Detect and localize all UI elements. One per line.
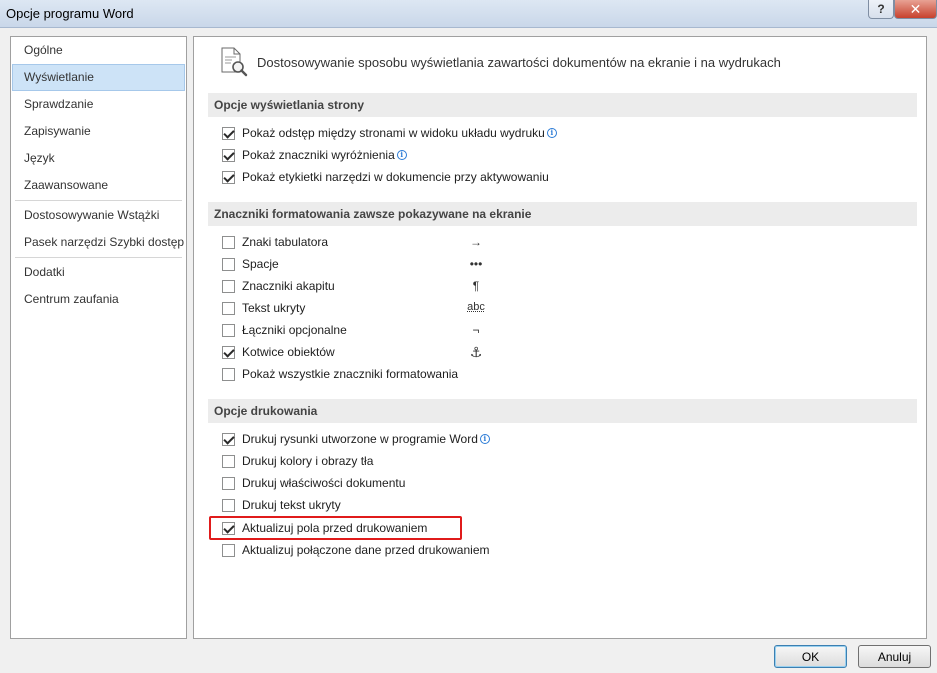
option-print-hidden-text[interactable]: Drukuj tekst ukryty — [222, 496, 341, 514]
checkbox[interactable] — [222, 170, 235, 184]
section-header-page-display: Opcje wyświetlania strony — [208, 93, 917, 117]
nav-item-dostosowywanie-wstazki[interactable]: Dostosowywanie Wstążki — [11, 202, 186, 229]
option-label: Drukuj kolory i obrazy tła — [242, 454, 374, 468]
option-show-all-formatting-marks[interactable]: Pokaż wszystkie znaczniki formatowania — [222, 365, 458, 383]
checkbox[interactable] — [222, 367, 235, 381]
option-tab-characters[interactable]: Znaki tabulatora — [222, 233, 328, 251]
nav-item-wyswietlanie[interactable]: Wyświetlanie — [12, 64, 185, 91]
paragraph-mark-symbol: ¶ — [472, 279, 480, 293]
checkbox[interactable] — [222, 432, 235, 446]
panel-header-text: Dostosowywanie sposobu wyświetlania zawa… — [257, 54, 781, 70]
option-label: Pokaż odstęp między stronami w widoku uk… — [242, 126, 545, 140]
option-label: Znaczniki akapitu — [242, 279, 335, 293]
option-paragraph-marks[interactable]: Znaczniki akapitu — [222, 277, 335, 295]
option-label: Kotwice obiektów — [242, 345, 335, 359]
close-icon: ✕ — [909, 0, 922, 17]
tab-mark-symbol: → — [470, 235, 482, 249]
option-print-background[interactable]: Drukuj kolory i obrazy tła — [222, 452, 373, 470]
nav-item-jezyk[interactable]: Język — [11, 145, 186, 172]
anchor-icon: ⚓ — [469, 344, 483, 360]
info-icon[interactable]: i — [546, 128, 557, 138]
option-hidden-text[interactable]: Tekst ukryty — [222, 299, 305, 317]
document-magnifier-icon — [221, 47, 248, 77]
nav-item-pasek-szybki-dostep[interactable]: Pasek narzędzi Szybki dostęp — [11, 229, 186, 256]
hyphen-mark-symbol: ¬ — [472, 323, 480, 337]
checkbox[interactable] — [222, 454, 235, 468]
option-label: Pokaż znaczniki wyróżnienia — [242, 148, 395, 162]
option-show-page-gaps[interactable]: Pokaż odstęp między stronami w widoku uk… — [222, 124, 557, 142]
option-label: Tekst ukryty — [242, 301, 306, 315]
help-icon: ? — [877, 2, 885, 16]
help-button[interactable]: ? — [868, 0, 894, 19]
option-show-highlighter-marks[interactable]: Pokaż znaczniki wyróżnienia i — [222, 146, 407, 164]
nav-item-dodatki[interactable]: Dodatki — [11, 259, 186, 286]
nav-sidebar: Ogólne Wyświetlanie Sprawdzanie Zapisywa… — [10, 36, 187, 639]
option-label: Drukuj właściwości dokumentu — [242, 476, 406, 490]
checkbox[interactable] — [222, 257, 235, 271]
panel-header: Dostosowywanie sposobu wyświetlania zawa… — [219, 45, 781, 79]
checkbox[interactable] — [222, 301, 235, 315]
option-label: Aktualizuj połączone dane przed drukowan… — [242, 543, 490, 557]
option-print-document-properties[interactable]: Drukuj właściwości dokumentu — [222, 474, 405, 492]
checkbox[interactable] — [222, 498, 235, 512]
checkbox[interactable] — [222, 543, 235, 557]
info-icon[interactable]: i — [396, 150, 407, 160]
checkbox[interactable] — [222, 279, 235, 293]
option-label: Pokaż etykietki narzędzi w dokumencie pr… — [242, 170, 549, 184]
title-bar: Opcje programu Word ? ✕ — [0, 0, 937, 28]
nav-item-sprawdzanie[interactable]: Sprawdzanie — [11, 91, 186, 118]
nav-item-zapisywanie[interactable]: Zapisywanie — [11, 118, 186, 145]
option-print-drawings[interactable]: Drukuj rysunki utworzone w programie Wor… — [222, 430, 490, 448]
nav-item-centrum-zaufania[interactable]: Centrum zaufania — [11, 286, 186, 313]
cancel-button[interactable]: Anuluj — [858, 645, 931, 668]
option-label: Aktualizuj pola przed drukowaniem — [242, 521, 428, 535]
option-label: Spacje — [242, 257, 279, 271]
option-object-anchors[interactable]: Kotwice obiektów — [222, 343, 335, 361]
option-label: Drukuj tekst ukryty — [242, 498, 341, 512]
option-label: Drukuj rysunki utworzone w programie Wor… — [242, 432, 478, 446]
option-label: Pokaż wszystkie znaczniki formatowania — [242, 367, 459, 381]
nav-divider — [15, 257, 182, 258]
space-mark-symbol: ••• — [469, 257, 483, 271]
checkbox[interactable] — [222, 148, 235, 162]
option-label: Łączniki opcjonalne — [242, 323, 347, 337]
section-header-formatting-marks: Znaczniki formatowania zawsze pokazywane… — [208, 202, 917, 226]
close-button[interactable]: ✕ — [894, 0, 937, 19]
hidden-text-mark-symbol: abc — [467, 301, 485, 313]
checkbox[interactable] — [222, 345, 235, 359]
content-panel: Dostosowywanie sposobu wyświetlania zawa… — [193, 36, 927, 639]
option-spaces[interactable]: Spacje — [222, 255, 279, 273]
checkbox[interactable] — [222, 126, 235, 140]
checkbox[interactable] — [222, 235, 235, 249]
checkbox[interactable] — [222, 521, 235, 535]
checkbox[interactable] — [222, 323, 235, 337]
nav-item-zaawansowane[interactable]: Zaawansowane — [11, 172, 186, 199]
section-header-printing-options: Opcje drukowania — [208, 399, 917, 423]
window-title: Opcje programu Word — [6, 6, 134, 21]
option-optional-hyphens[interactable]: Łączniki opcjonalne — [222, 321, 347, 339]
nav-divider — [15, 200, 182, 201]
option-update-linked-data[interactable]: Aktualizuj połączone dane przed drukowan… — [222, 541, 489, 559]
checkbox[interactable] — [222, 476, 235, 490]
option-label: Znaki tabulatora — [242, 235, 329, 249]
info-icon[interactable]: i — [479, 434, 490, 444]
option-update-fields-before-printing[interactable]: Aktualizuj pola przed drukowaniem — [222, 519, 427, 537]
nav-item-ogolne[interactable]: Ogólne — [11, 37, 186, 64]
option-show-document-tooltips[interactable]: Pokaż etykietki narzędzi w dokumencie pr… — [222, 168, 549, 186]
ok-button[interactable]: OK — [774, 645, 847, 668]
